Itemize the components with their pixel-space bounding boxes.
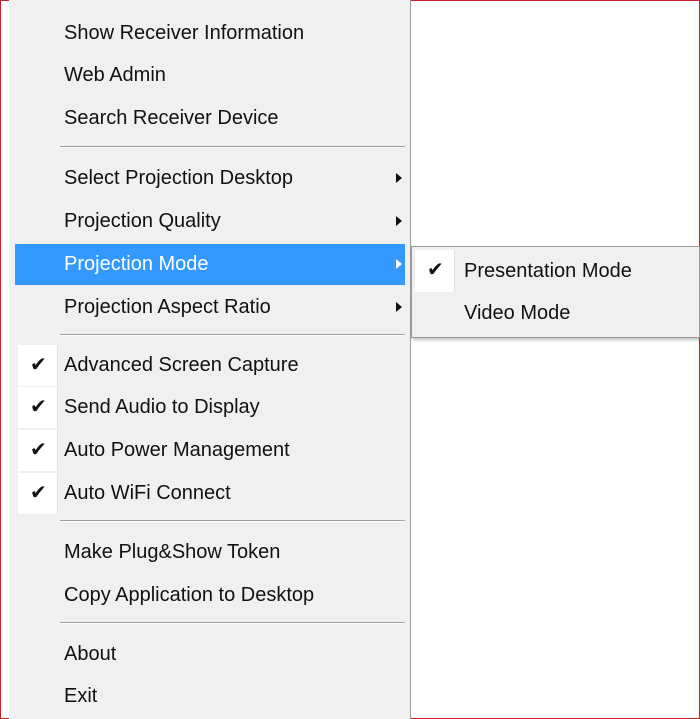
menu-item-label: Projection Aspect Ratio [64, 296, 271, 318]
menu-item-auto-power-management[interactable]: ✔ Auto Power Management [15, 430, 405, 471]
menu-separator [60, 334, 405, 336]
context-menu: Show Receiver Information Web Admin Sear… [9, 0, 411, 719]
submenu-item-presentation-mode[interactable]: ✔ Presentation Mode [415, 250, 695, 292]
menu-item-send-audio-to-display[interactable]: ✔ Send Audio to Display [15, 387, 405, 428]
menu-item-label: Auto WiFi Connect [64, 482, 231, 504]
submenu-arrow-icon [396, 216, 402, 226]
menu-item-show-receiver-information[interactable]: Show Receiver Information [15, 13, 405, 54]
checkmark-icon: ✔ [30, 480, 47, 504]
menu-item-projection-aspect-ratio[interactable]: Projection Aspect Ratio [15, 287, 405, 328]
menu-item-web-admin[interactable]: Web Admin [15, 55, 405, 96]
submenu-item-label: Video Mode [464, 302, 571, 324]
menu-item-label: Advanced Screen Capture [64, 354, 299, 376]
checkmark-icon: ✔ [427, 257, 444, 281]
submenu-arrow-icon [396, 302, 402, 312]
menu-item-copy-application-to-desktop[interactable]: Copy Application to Desktop [15, 575, 405, 616]
projection-mode-submenu: ✔ Presentation Mode Video Mode [411, 246, 700, 338]
menu-item-label: Send Audio to Display [64, 396, 260, 418]
menu-item-label: Select Projection Desktop [64, 167, 294, 189]
check-box: ✔ [415, 250, 455, 292]
menu-separator [60, 146, 405, 148]
checkmark-icon: ✔ [30, 394, 47, 418]
check-box: ✔ [18, 387, 58, 428]
menu-item-label: Auto Power Management [64, 439, 290, 461]
menu-item-exit[interactable]: Exit [15, 676, 405, 717]
check-box: ✔ [18, 345, 58, 386]
menu-item-make-plug-show-token[interactable]: Make Plug&Show Token [15, 532, 405, 573]
checkmark-icon: ✔ [30, 437, 47, 461]
menu-item-label: Projection Mode [64, 253, 209, 275]
submenu-item-label: Presentation Mode [464, 260, 632, 282]
menu-item-label: Exit [64, 685, 98, 707]
check-box: ✔ [18, 473, 58, 514]
menu-item-label: Web Admin [64, 64, 166, 86]
menu-item-search-receiver-device[interactable]: Search Receiver Device [15, 98, 405, 139]
menu-item-label: Projection Quality [64, 210, 221, 232]
submenu-arrow-icon [396, 259, 402, 269]
submenu-item-video-mode[interactable]: Video Mode [415, 292, 695, 334]
checkmark-icon: ✔ [30, 352, 47, 376]
menu-item-label: Copy Application to Desktop [64, 584, 315, 606]
check-box: ✔ [18, 430, 58, 471]
menu-item-label: Make Plug&Show Token [64, 541, 281, 563]
menu-item-select-projection-desktop[interactable]: Select Projection Desktop [15, 158, 405, 199]
menu-item-auto-wifi-connect[interactable]: ✔ Auto WiFi Connect [15, 473, 405, 514]
menu-item-label: About [64, 643, 117, 665]
menu-item-advanced-screen-capture[interactable]: ✔ Advanced Screen Capture [15, 345, 405, 386]
menu-item-label: Show Receiver Information [64, 22, 305, 44]
menu-item-label: Search Receiver Device [64, 107, 279, 129]
submenu-arrow-icon [396, 173, 402, 183]
menu-separator [60, 622, 405, 624]
menu-item-projection-quality[interactable]: Projection Quality [15, 201, 405, 242]
menu-separator [60, 520, 405, 522]
menu-item-projection-mode[interactable]: Projection Mode [15, 244, 405, 285]
menu-item-about[interactable]: About [15, 634, 405, 675]
